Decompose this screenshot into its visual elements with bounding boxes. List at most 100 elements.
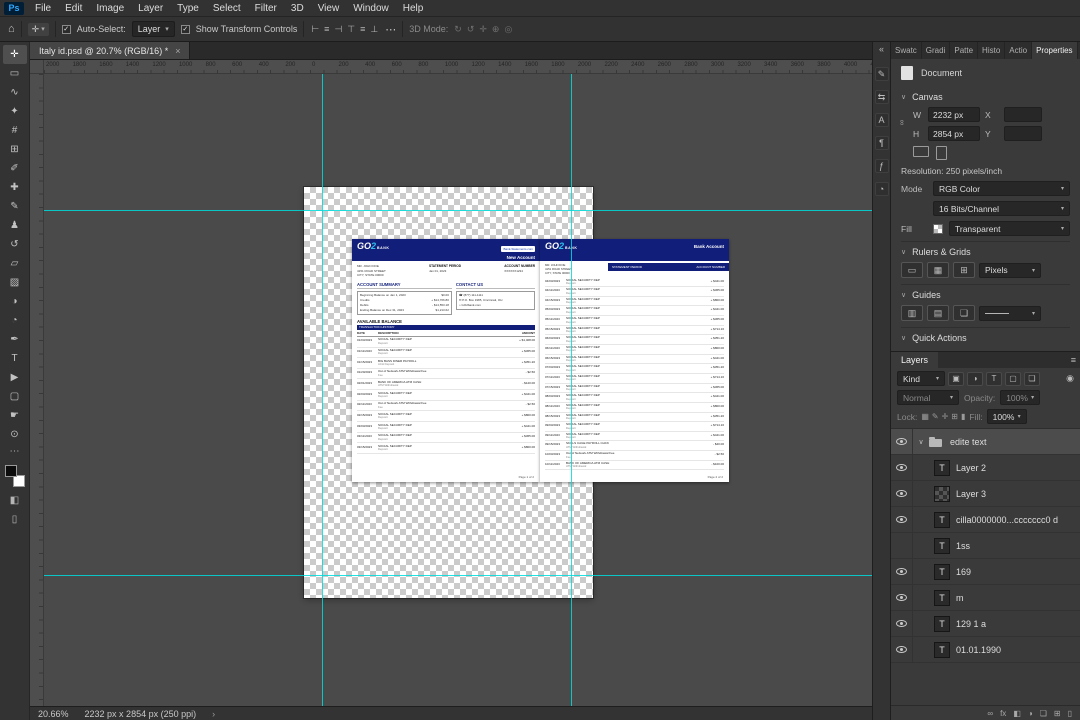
status-chevron-icon[interactable]: › bbox=[212, 709, 215, 719]
tab-gradients[interactable]: Gradi bbox=[922, 42, 951, 59]
canvas[interactable]: GO2BANK Bank-Statements.com New Account … bbox=[44, 74, 872, 706]
expand-panels-icon[interactable]: « bbox=[879, 44, 884, 58]
bit-depth-select[interactable]: 16 Bits/Channel ▾ bbox=[933, 201, 1070, 216]
layer-thumbnail[interactable] bbox=[928, 434, 944, 450]
ruler-origin-corner[interactable] bbox=[30, 60, 44, 74]
layer-thumbnail[interactable] bbox=[934, 511, 950, 528]
tab-patterns[interactable]: Patte bbox=[950, 42, 979, 59]
eyedropper-tool[interactable]: ✐ bbox=[3, 159, 27, 178]
menu-item[interactable]: Edit bbox=[58, 0, 89, 17]
menu-item[interactable]: Select bbox=[206, 0, 248, 17]
align-right-icon[interactable]: ⊣ bbox=[333, 24, 343, 35]
statement-page-2[interactable]: GO2BANK Bank Account MR. JOHN DOE4151 RO… bbox=[540, 239, 729, 482]
lock-position-icon[interactable]: ✛ bbox=[942, 412, 949, 421]
type-tool[interactable]: T bbox=[3, 349, 27, 368]
dodge-tool[interactable]: ◔ bbox=[3, 311, 27, 330]
pen-tool[interactable]: ✒ bbox=[3, 330, 27, 349]
guide-style-select[interactable]: ▾ bbox=[979, 305, 1041, 321]
brush-settings-panel-icon[interactable]: ✎ bbox=[874, 67, 889, 81]
color-mode-select[interactable]: RGB Color ▾ bbox=[933, 181, 1070, 196]
layer-row[interactable]: ∨ 129 1 a bbox=[891, 611, 1080, 637]
menu-item[interactable]: Filter bbox=[248, 0, 284, 17]
menu-item[interactable]: Help bbox=[396, 0, 431, 17]
snap-toggle-icon[interactable]: ⊞ bbox=[953, 262, 975, 278]
history-brush-tool[interactable]: ↺ bbox=[3, 235, 27, 254]
menu-item[interactable]: View bbox=[311, 0, 347, 17]
delete-layer-icon[interactable]: ▯ bbox=[1068, 709, 1072, 718]
visibility-toggle[interactable] bbox=[891, 507, 913, 532]
screen-mode-icon[interactable]: ▯ bbox=[12, 514, 18, 525]
zoom-level[interactable]: 20.66% bbox=[38, 709, 69, 719]
move-tool[interactable]: ✛ bbox=[2, 45, 27, 64]
layer-name[interactable]: Layer 3 bbox=[956, 489, 986, 499]
layer-row[interactable]: ∨ 01.01.1990 bbox=[891, 637, 1080, 663]
opacity-input[interactable]: 100% ▾ bbox=[1000, 390, 1041, 405]
visibility-toggle[interactable] bbox=[891, 455, 913, 480]
lock-pixels-icon[interactable]: ✎ bbox=[932, 412, 939, 421]
align-center-h-icon[interactable]: ≡ bbox=[323, 24, 330, 35]
shape-tool[interactable]: ▢ bbox=[3, 387, 27, 406]
layer-thumbnail[interactable] bbox=[934, 537, 950, 554]
filter-shape-layers-icon[interactable]: ▢ bbox=[1005, 371, 1021, 386]
align-top-icon[interactable]: ⊤ bbox=[346, 24, 356, 35]
fill-swatch-icon[interactable] bbox=[933, 223, 943, 234]
tab-swatches[interactable]: Swatc bbox=[891, 42, 922, 59]
menu-item[interactable]: Type bbox=[170, 0, 206, 17]
visibility-toggle[interactable] bbox=[891, 533, 913, 558]
y-input[interactable] bbox=[1004, 126, 1042, 141]
path-selection-tool[interactable]: ▶ bbox=[3, 368, 27, 387]
foreground-color-swatch[interactable] bbox=[4, 465, 17, 477]
landscape-orientation-icon[interactable] bbox=[913, 146, 929, 157]
layer-name[interactable]: m bbox=[956, 593, 964, 603]
width-input[interactable]: 2232 px bbox=[928, 107, 980, 122]
layer-thumbnail[interactable] bbox=[934, 641, 950, 658]
layer-group-icon[interactable]: ❏ bbox=[1040, 709, 1047, 718]
rulers-grids-section-header[interactable]: ∨ Rulers & Grids bbox=[901, 241, 1070, 261]
layer-thumbnail[interactable] bbox=[934, 563, 950, 580]
vertical-ruler[interactable] bbox=[30, 74, 44, 706]
character-panel-icon[interactable]: A bbox=[874, 113, 889, 127]
visibility-toggle[interactable] bbox=[891, 585, 913, 610]
layer-name[interactable]: cilla0000000...ccccccc0 d bbox=[956, 515, 1058, 525]
frame-tool[interactable]: ⊞ bbox=[3, 140, 27, 159]
grid-toggle-icon[interactable]: ▦ bbox=[927, 262, 949, 278]
blur-tool[interactable]: ◑ bbox=[3, 292, 27, 311]
layer-name[interactable]: Layer 2 bbox=[956, 463, 986, 473]
panel-menu-icon[interactable]: ≡ bbox=[1067, 352, 1080, 368]
layer-name[interactable]: edite text bbox=[950, 437, 987, 447]
current-tool-chip[interactable]: ✛ ▾ bbox=[27, 22, 49, 36]
layer-name[interactable]: 01.01.1990 bbox=[956, 645, 1001, 655]
align-left-icon[interactable]: ⊢ bbox=[310, 24, 320, 35]
new-layer-icon[interactable]: ⊞ bbox=[1054, 709, 1061, 718]
zoom-tool[interactable]: ⊙ bbox=[3, 425, 27, 444]
layer-name[interactable]: 129 1 a bbox=[956, 619, 986, 629]
layer-thumbnail[interactable] bbox=[934, 485, 950, 502]
canvas-fill-select[interactable]: Transparent ▾ bbox=[949, 221, 1070, 236]
horizontal-ruler[interactable]: 2000 1800 1600 1400 1200 1000 800 600 400 200 0 200… bbox=[44, 60, 872, 74]
units-select[interactable]: Pixels ▾ bbox=[979, 262, 1041, 278]
show-transform-checkbox[interactable]: ✓ bbox=[180, 24, 190, 34]
guides-section-header[interactable]: ∨ Guides bbox=[901, 284, 1070, 304]
brush-tool[interactable]: ✎ bbox=[3, 197, 27, 216]
x-input[interactable] bbox=[1004, 107, 1042, 122]
guides-toggle-icon[interactable]: ▥ bbox=[901, 305, 923, 321]
layer-row[interactable]: ∨ edite text bbox=[891, 429, 1080, 455]
auto-select-target-dropdown[interactable]: Layer ▾ bbox=[131, 21, 175, 37]
menu-item[interactable]: 3D bbox=[284, 0, 311, 17]
layer-name[interactable]: 1ss bbox=[956, 541, 970, 551]
color-swatches[interactable] bbox=[4, 465, 26, 487]
layer-thumbnail[interactable] bbox=[934, 589, 950, 606]
filter-pixel-layers-icon[interactable]: ▣ bbox=[948, 371, 964, 386]
tab-layers[interactable]: Layers bbox=[891, 352, 939, 368]
clone-source-panel-icon[interactable]: ⇆ bbox=[874, 90, 889, 104]
horizontal-guide[interactable] bbox=[44, 575, 872, 576]
quick-mask-icon[interactable]: ◧ bbox=[10, 495, 19, 506]
layer-row[interactable]: ∨ Layer 2 bbox=[891, 455, 1080, 481]
clone-stamp-tool[interactable]: ♟ bbox=[3, 216, 27, 235]
document-tab[interactable]: Italy id.psd @ 20.7% (RGB/16) * × bbox=[30, 42, 191, 59]
layer-row[interactable]: ∨ 169 bbox=[891, 559, 1080, 585]
home-icon[interactable]: ⌂ bbox=[8, 23, 15, 35]
fill-input[interactable]: 100% ▾ bbox=[986, 409, 1027, 424]
filter-smart-objects-icon[interactable]: ❏ bbox=[1024, 371, 1040, 386]
link-dimensions-icon[interactable]: ∞ bbox=[897, 120, 906, 126]
